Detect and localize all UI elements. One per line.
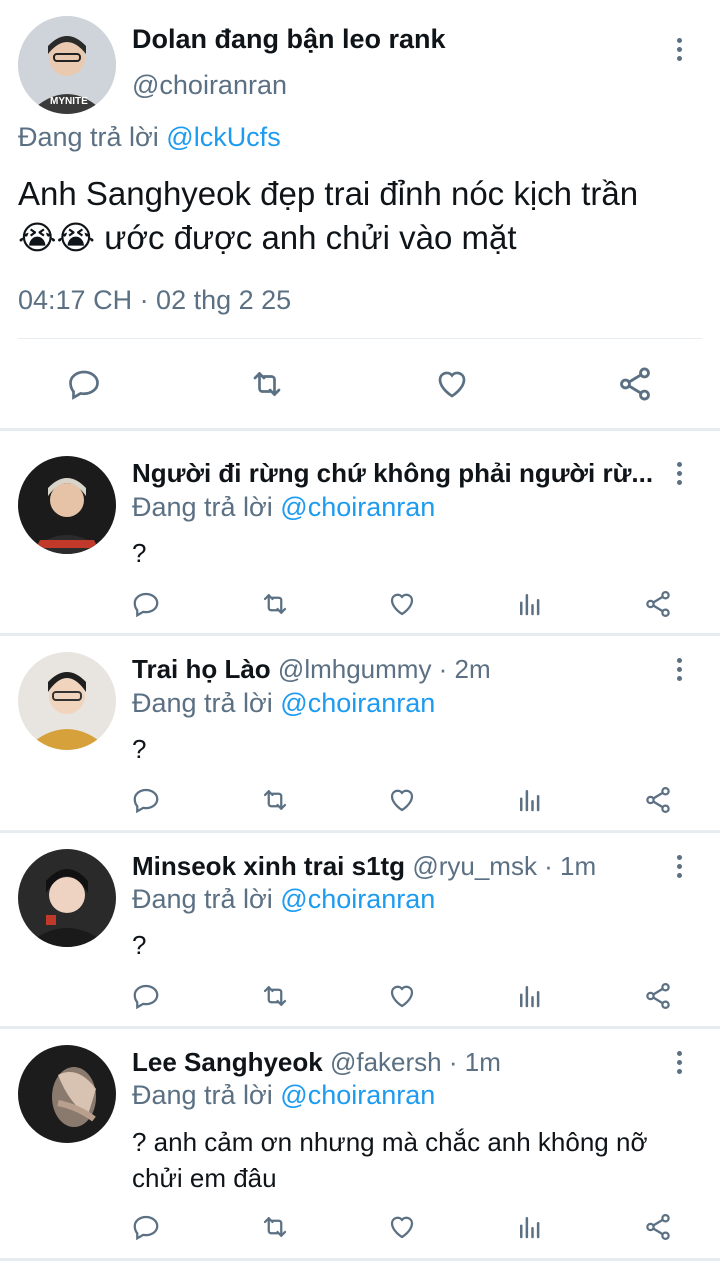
reply-text-line: chửi em đâu bbox=[132, 1163, 277, 1193]
like-icon[interactable] bbox=[387, 785, 417, 815]
time-ago: · 1m bbox=[441, 1047, 501, 1077]
reply-header: Lee Sanghyeok @fakersh · 1m bbox=[132, 1047, 501, 1078]
more-options-icon[interactable] bbox=[677, 658, 683, 685]
display-name[interactable]: Dolan đang bận leo rank bbox=[132, 24, 446, 55]
avatar[interactable] bbox=[18, 849, 116, 947]
handle[interactable]: @choiranran bbox=[132, 70, 287, 101]
reply-to-link[interactable]: @choiranran bbox=[280, 688, 435, 718]
tweet-text-line: 😭😭 ước được anh chửi vào mặt bbox=[18, 219, 517, 256]
reply-context: Đang trả lời @lckUcfs bbox=[18, 122, 281, 153]
reply-text-line: ? anh cảm ơn nhưng mà chắc anh không nỡ bbox=[132, 1127, 648, 1157]
avatar[interactable] bbox=[18, 1045, 116, 1143]
share-icon[interactable] bbox=[643, 785, 673, 815]
handle[interactable]: @lmhgummy bbox=[278, 654, 432, 684]
reply-icon[interactable] bbox=[131, 981, 161, 1011]
divider bbox=[0, 428, 720, 431]
display-name[interactable]: Người đi rừng chứ không phải người rừ... bbox=[132, 458, 653, 489]
share-icon[interactable] bbox=[643, 1212, 673, 1242]
views-icon[interactable] bbox=[515, 785, 545, 815]
like-icon[interactable] bbox=[387, 1212, 417, 1242]
reply-text: ? bbox=[132, 538, 147, 568]
like-icon[interactable] bbox=[387, 981, 417, 1011]
share-icon[interactable] bbox=[616, 365, 654, 403]
retweet-icon[interactable] bbox=[259, 589, 291, 619]
more-options-icon[interactable] bbox=[677, 1051, 683, 1078]
share-icon[interactable] bbox=[643, 589, 673, 619]
reply-icon[interactable] bbox=[131, 1212, 161, 1242]
reply-prefix: Đang trả lời bbox=[132, 1080, 273, 1110]
reply-context: Đang trả lời @choiranran bbox=[132, 492, 435, 523]
svg-text:MYNITE: MYNITE bbox=[50, 96, 88, 107]
reply-header: Trai họ Lào @lmhgummy · 2m bbox=[132, 654, 491, 685]
tweet-text-line: Anh Sanghyeok đẹp trai đỉnh nóc kịch trầ… bbox=[18, 175, 639, 212]
reply-to-link[interactable]: @lckUcfs bbox=[166, 122, 280, 152]
divider bbox=[0, 830, 720, 833]
avatar[interactable] bbox=[18, 652, 116, 750]
display-name[interactable]: Minseok xinh trai s1tg bbox=[132, 851, 405, 881]
handle[interactable]: @ryu_msk bbox=[412, 851, 537, 881]
reply-text: ? bbox=[132, 734, 147, 764]
divider bbox=[0, 1258, 720, 1261]
reply-icon[interactable] bbox=[66, 366, 102, 402]
reply-context: Đang trả lời @choiranran bbox=[132, 688, 435, 719]
time-ago: · 1m bbox=[536, 851, 597, 881]
time-ago: · 2m bbox=[431, 654, 491, 684]
views-icon[interactable] bbox=[515, 981, 545, 1011]
reply-text: ? anh cảm ơn nhưng mà chắc anh không nỡ … bbox=[132, 1124, 648, 1196]
divider bbox=[18, 338, 702, 339]
reply-icon[interactable] bbox=[131, 589, 161, 619]
divider bbox=[0, 633, 720, 636]
display-name[interactable]: Lee Sanghyeok bbox=[132, 1047, 323, 1077]
timestamp[interactable]: 04:17 CH · 02 thg 2 25 bbox=[18, 285, 291, 316]
reply-header: Minseok xinh trai s1tg @ryu_msk · 1m bbox=[132, 851, 596, 882]
tweet-text: Anh Sanghyeok đẹp trai đỉnh nóc kịch trầ… bbox=[18, 172, 718, 260]
more-options-icon[interactable] bbox=[677, 38, 683, 65]
more-options-icon[interactable] bbox=[677, 855, 683, 882]
retweet-icon[interactable] bbox=[259, 981, 291, 1011]
reply-context: Đang trả lời @choiranran bbox=[132, 884, 435, 915]
views-icon[interactable] bbox=[515, 1212, 545, 1242]
handle[interactable]: @fakersh bbox=[330, 1047, 442, 1077]
reply-text: ? bbox=[132, 930, 147, 960]
reply-to-link[interactable]: @choiranran bbox=[280, 1080, 435, 1110]
reply-prefix: Đang trả lời bbox=[132, 492, 273, 522]
views-icon[interactable] bbox=[515, 589, 545, 619]
avatar[interactable]: MYNITE bbox=[18, 16, 116, 114]
display-name[interactable]: Trai họ Lào bbox=[132, 654, 271, 684]
crying-emoji: 😭😭 bbox=[18, 219, 96, 256]
divider bbox=[0, 1026, 720, 1029]
reply-prefix: Đang trả lời bbox=[132, 688, 273, 718]
share-icon[interactable] bbox=[643, 981, 673, 1011]
avatar[interactable] bbox=[18, 456, 116, 554]
retweet-icon[interactable] bbox=[259, 1212, 291, 1242]
like-icon[interactable] bbox=[433, 366, 471, 402]
more-options-icon[interactable] bbox=[677, 462, 683, 489]
reply-context: Đang trả lời @choiranran bbox=[132, 1080, 435, 1111]
retweet-icon[interactable] bbox=[248, 366, 286, 402]
reply-prefix: Đang trả lời bbox=[132, 884, 273, 914]
reply-icon[interactable] bbox=[131, 785, 161, 815]
retweet-icon[interactable] bbox=[259, 785, 291, 815]
reply-to-link[interactable]: @choiranran bbox=[280, 492, 435, 522]
reply-to-link[interactable]: @choiranran bbox=[280, 884, 435, 914]
reply-prefix: Đang trả lời bbox=[18, 122, 159, 152]
like-icon[interactable] bbox=[387, 589, 417, 619]
